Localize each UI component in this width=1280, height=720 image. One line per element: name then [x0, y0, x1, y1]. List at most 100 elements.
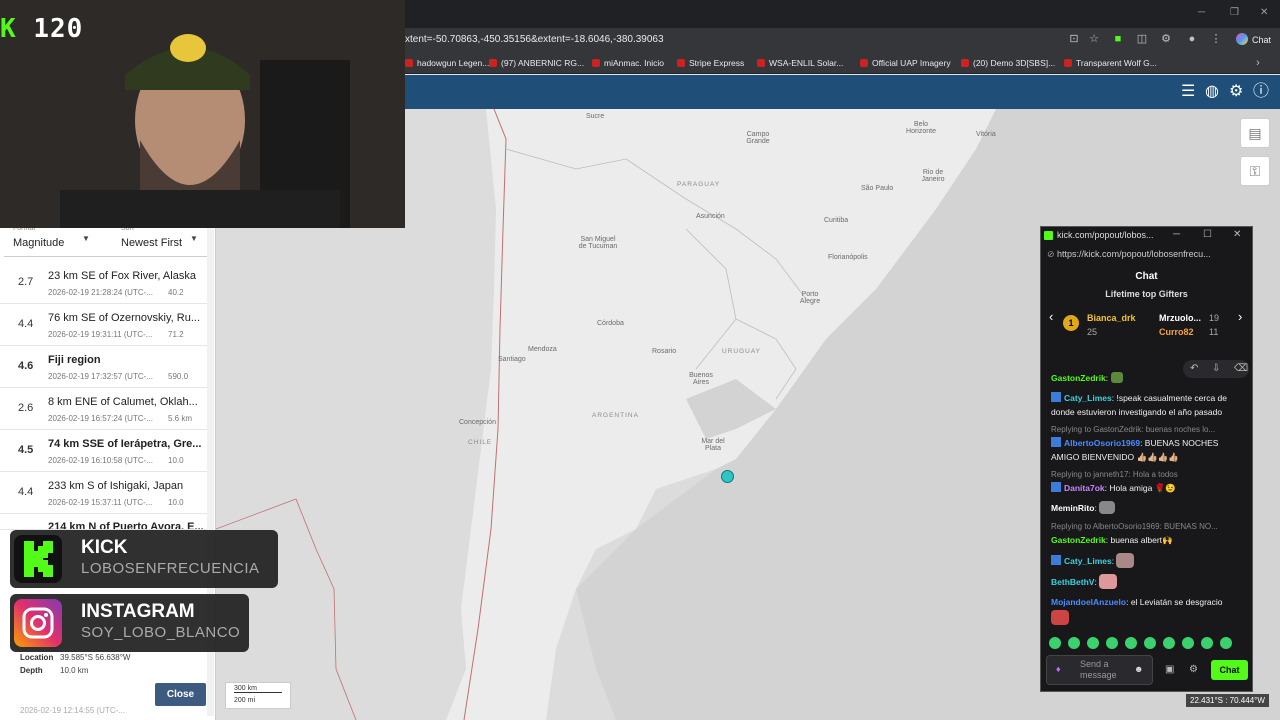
chevron-down-icon[interactable]: ▼ — [82, 234, 90, 243]
instagram-title: INSTAGRAM — [81, 601, 195, 622]
chat-header: Chat — [1135, 271, 1158, 282]
settings-gear-icon[interactable]: ⚙ — [1189, 664, 1198, 675]
url-text[interactable]: xtent=-50.70863,-450.35156&extent=-18.60… — [405, 34, 664, 45]
earthquake-marker[interactable] — [721, 470, 734, 483]
chat-message[interactable]: MojandoelAnzuelo: el Leviatán se desgrac… — [1051, 595, 1247, 609]
chat-message[interactable]: Danita7ok: Hola amiga 🌹😉 — [1051, 481, 1247, 495]
chat-url[interactable]: ⊘ https://kick.com/popout/lobosenfrecu..… — [1047, 249, 1247, 265]
map-country-label: PARAGUAY — [677, 181, 721, 188]
map-place-label: Rio de Janeiro — [921, 169, 945, 183]
chevron-down-icon[interactable]: ▼ — [190, 234, 198, 243]
settings-gear-icon[interactable]: ⚙ — [1229, 83, 1243, 101]
install-icon[interactable]: ⊡ — [1068, 33, 1080, 45]
map-scale: 300 km 200 mi — [225, 682, 291, 709]
chat-message[interactable]: BethBethV: — [1051, 574, 1247, 589]
chevron-right-icon[interactable]: › — [1238, 309, 1242, 324]
bookmark-star-icon[interactable]: ☆ — [1088, 33, 1100, 45]
bookmark-item[interactable]: Official UAP Imagery — [860, 58, 951, 68]
close-icon[interactable]: ✕ — [1233, 229, 1241, 240]
bookmark-item[interactable]: WSA-ENLIL Solar... — [757, 58, 843, 68]
chat-message[interactable]: GastonZedrik: — [1051, 371, 1247, 385]
copilot-icon — [1236, 33, 1248, 45]
map-country-label: CHILE — [468, 439, 493, 446]
quake-row[interactable]: 2.6 8 km ENE of Calumet, Oklah... 2026-0… — [0, 388, 207, 430]
emote-icon[interactable] — [1163, 637, 1175, 649]
emote-icon[interactable] — [1087, 637, 1099, 649]
format-select[interactable]: Magnitude — [13, 237, 64, 249]
emote-icon[interactable] — [1068, 637, 1080, 649]
store-icon[interactable]: ▣ — [1165, 664, 1174, 675]
layers-icon[interactable]: ▤ — [1240, 118, 1270, 148]
emote-icon[interactable] — [1144, 637, 1156, 649]
quake-row[interactable]: 4.4 233 km S of Ishigaki, Japan 2026-02-… — [0, 472, 207, 514]
map-place-label: São Paulo — [861, 185, 894, 192]
quake-row[interactable]: 4.5 74 km SSE of Ierápetra, Gre... 2026-… — [0, 430, 207, 472]
chevron-right-icon[interactable]: › — [1252, 57, 1264, 69]
minimize-icon[interactable]: ─ — [1198, 7, 1205, 18]
badge-icon — [1051, 392, 1061, 402]
bookmark-item[interactable]: miAnmac. Inicio — [592, 58, 664, 68]
minimize-icon[interactable]: ─ — [1173, 229, 1180, 240]
quake-row[interactable]: 2.7 23 km SE of Fox River, Alaska 2026-0… — [0, 262, 207, 304]
reply-context: Replying to janneth17: Hola a todos — [1051, 470, 1178, 479]
copilot-chat-button[interactable]: Chat — [1232, 31, 1275, 49]
chat-message[interactable]: MeminRito: — [1051, 501, 1247, 515]
quake-row[interactable]: 4.4 76 km SE of Ozernovskiy, Ru... 2026-… — [0, 304, 207, 346]
restore-icon[interactable]: ❐ — [1230, 7, 1239, 18]
emote-icon[interactable] — [1182, 637, 1194, 649]
extension-icon[interactable]: ◫ — [1136, 33, 1148, 45]
help-icon[interactable]: ⓘ — [1253, 83, 1269, 101]
bookmark-item[interactable]: (20) Demo 3D[SBS]... — [961, 58, 1055, 68]
gifter-count: 11 — [1209, 327, 1219, 337]
emote-icon[interactable] — [1125, 637, 1137, 649]
close-button[interactable]: Close — [155, 683, 206, 706]
legend-key-icon[interactable]: ⚿ — [1240, 156, 1270, 186]
kick-favicon-icon — [1044, 231, 1053, 240]
emote-icon — [1099, 501, 1116, 514]
chat-message[interactable]: AlbertoOsorio1969: BUENAS NOCHES AMIGO B… — [1051, 436, 1247, 464]
sort-select[interactable]: Newest First — [121, 237, 182, 249]
webcam-feed: K 120 — [0, 0, 405, 228]
bookmark-item[interactable]: Transparent Wolf G... — [1064, 58, 1157, 68]
quake-row[interactable]: 214 km N of Puerto Ayora, E... — [0, 514, 207, 530]
quake-magnitude: 4.4 — [18, 318, 34, 330]
quake-magnitude: 4.4 — [18, 486, 34, 498]
extensions-puzzle-icon[interactable]: ⚙ — [1160, 33, 1172, 45]
quake-row[interactable]: 4.6 Fiji region 2026-02-19 17:32:57 (UTC… — [0, 346, 207, 388]
emote-icon[interactable] — [1049, 637, 1061, 649]
emote-icon[interactable] — [1220, 637, 1232, 649]
bookmark-item[interactable]: Stripe Express — [677, 58, 744, 68]
quake-place: 23 km SE of Fox River, Alaska — [48, 270, 196, 282]
map-place-label: Curitiba — [824, 217, 849, 224]
globe-icon[interactable]: ◍ — [1205, 83, 1219, 101]
location-value: 39.585°S 56.638°W — [60, 653, 131, 662]
microphone-icon[interactable]: ♦ — [1056, 664, 1061, 674]
map-place-label: Asunción — [696, 213, 725, 220]
close-window-icon[interactable]: ✕ — [1260, 7, 1268, 18]
chevron-left-icon[interactable]: ‹ — [1049, 309, 1053, 324]
chat-message[interactable]: Caty_Limes: — [1051, 553, 1247, 568]
emote-icon[interactable] — [1106, 637, 1118, 649]
list-icon[interactable]: ☰ — [1181, 83, 1195, 101]
restore-icon[interactable]: ☐ — [1203, 229, 1212, 240]
quake-depth: 590.0 — [168, 372, 189, 381]
map-place-label: San Miguel de Tucuman — [578, 236, 618, 250]
bookmark-item[interactable]: (97) ANBERNIC RG... — [489, 58, 584, 68]
depth-label: Depth — [20, 666, 43, 675]
extension-icon[interactable]: ■ — [1112, 33, 1124, 45]
chat-message-input[interactable]: ♦ Send a message ☻ — [1046, 655, 1153, 685]
quake-depth: 71.2 — [168, 330, 184, 339]
quake-place: 214 km N of Puerto Ayora, E... — [48, 521, 204, 530]
quake-depth: 10.0 — [168, 456, 184, 465]
menu-dots-icon[interactable]: ⋮ — [1210, 33, 1222, 45]
emote-icon[interactable] — [1201, 637, 1213, 649]
chat-message[interactable]: Caty_Limes: !speak casualmente cerca de … — [1051, 391, 1247, 419]
quake-time: 2026-02-19 17:32:57 (UTC-... — [48, 372, 153, 381]
chat-message[interactable]: GastonZedrik: buenas albert🙌 — [1051, 533, 1247, 547]
bookmark-item[interactable]: hadowgun Legen... — [405, 58, 489, 68]
cursor-coordinates: 22.431°S : 70.444°W — [1186, 694, 1269, 707]
badge-icon — [1051, 555, 1061, 565]
chat-send-button[interactable]: Chat — [1211, 660, 1248, 680]
emoji-icon[interactable]: ☻ — [1134, 664, 1143, 674]
profile-avatar-icon[interactable]: ● — [1186, 33, 1198, 45]
